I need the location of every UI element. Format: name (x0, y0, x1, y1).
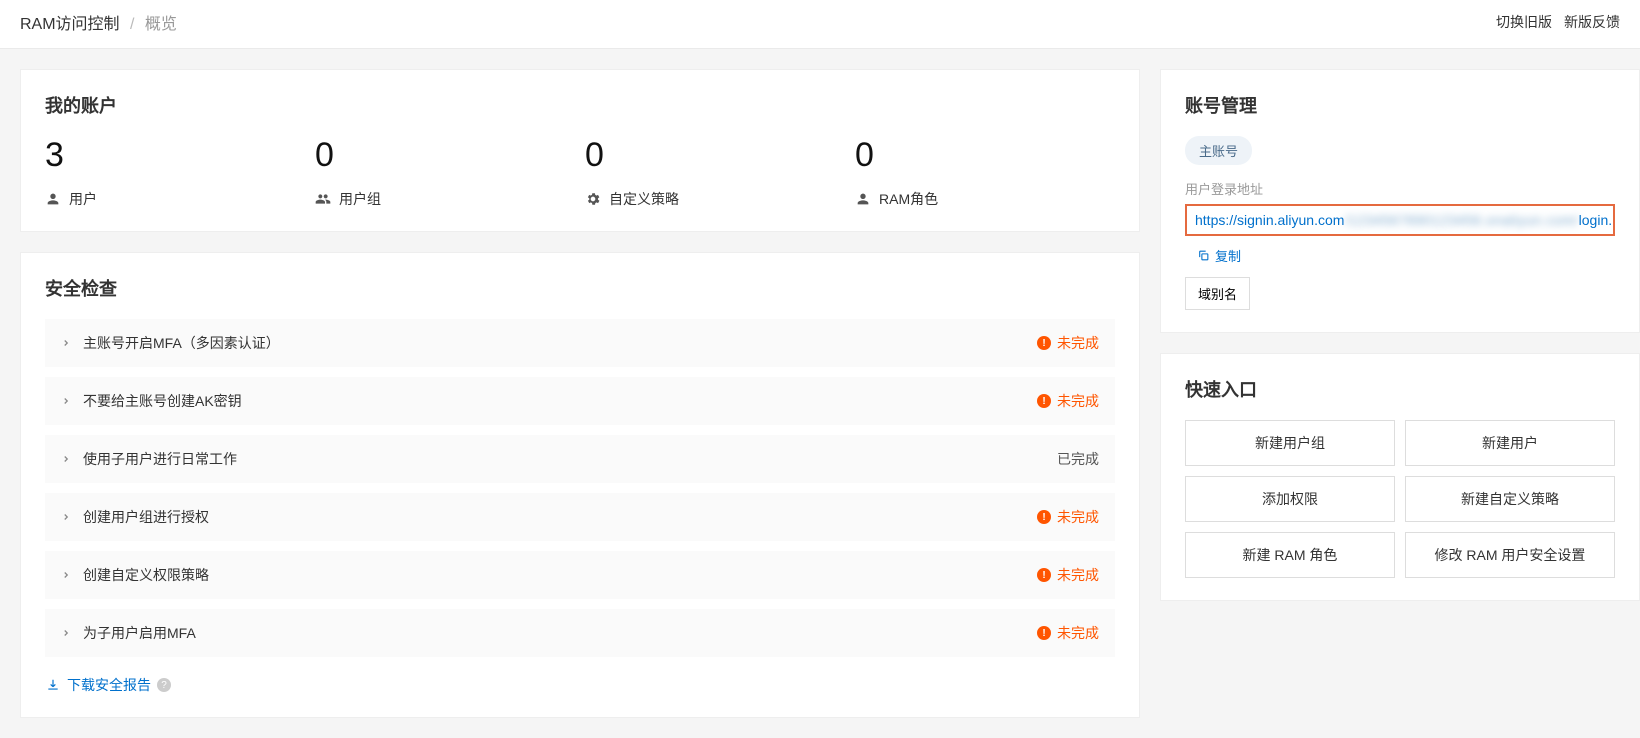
quick-entry-card: 快速入口 新建用户组新建用户添加权限新建自定义策略新建 RAM 角色修改 RAM… (1160, 353, 1640, 601)
chevron-right-icon (61, 454, 71, 464)
security-check-item-label: 创建自定义权限策略 (83, 565, 209, 585)
security-check-card: 安全检查 主账号开启MFA（多因素认证）!未完成不要给主账号创建AK密钥!未完成… (20, 252, 1140, 718)
user-icon (45, 191, 61, 207)
download-security-report-label: 下载安全报告 (67, 675, 151, 695)
chevron-right-icon (61, 338, 71, 348)
stat-groups[interactable]: 0 用户组 (315, 136, 575, 209)
role-icon (855, 191, 871, 207)
security-check-item-status: !未完成 (1037, 333, 1099, 353)
security-check-item-label: 主账号开启MFA（多因素认证） (83, 333, 280, 353)
quick-entry-button[interactable]: 新建 RAM 角色 (1185, 532, 1395, 578)
stat-users-value: 3 (45, 136, 305, 175)
account-management-card: 账号管理 主账号 用户登录地址 https://signin.aliyun.co… (1160, 69, 1640, 333)
security-check-item-status: !未完成 (1037, 391, 1099, 411)
security-check-item[interactable]: 为子用户启用MFA !未完成 (45, 609, 1115, 657)
security-check-title: 安全检查 (45, 275, 1115, 301)
switch-old-version-link[interactable]: 切换旧版 (1496, 12, 1552, 32)
quick-entry-title: 快速入口 (1185, 376, 1615, 402)
top-links: 切换旧版 新版反馈 (1496, 12, 1620, 32)
main-account-badge: 主账号 (1185, 136, 1252, 165)
quick-entry-button[interactable]: 添加权限 (1185, 476, 1395, 522)
security-check-item[interactable]: 创建自定义权限策略 !未完成 (45, 551, 1115, 599)
security-check-item-label: 创建用户组进行授权 (83, 507, 209, 527)
help-icon[interactable]: ? (157, 678, 171, 692)
stat-policies[interactable]: 0 自定义策略 (585, 136, 845, 209)
security-check-item-label: 使用子用户进行日常工作 (83, 449, 237, 469)
copy-icon (1195, 248, 1211, 264)
breadcrumb: RAM访问控制 / 概览 (20, 10, 177, 34)
chevron-right-icon (61, 512, 71, 522)
group-icon (315, 191, 331, 207)
stat-roles-label: RAM角色 (879, 189, 938, 209)
quick-entry-button[interactable]: 新建用户组 (1185, 420, 1395, 466)
domain-alias-button[interactable]: 域别名 (1185, 277, 1250, 310)
warning-icon: ! (1037, 626, 1051, 640)
security-check-item-label: 不要给主账号创建AK密钥 (83, 391, 242, 411)
login-url-box[interactable]: https://signin.aliyun.com/12345678901234… (1185, 204, 1615, 236)
security-check-item[interactable]: 创建用户组进行授权 !未完成 (45, 493, 1115, 541)
warning-icon: ! (1037, 394, 1051, 408)
quick-entry-button[interactable]: 新建自定义策略 (1405, 476, 1615, 522)
breadcrumb-root[interactable]: RAM访问控制 (20, 16, 120, 33)
quick-entry-button[interactable]: 新建用户 (1405, 420, 1615, 466)
warning-icon: ! (1037, 336, 1051, 350)
copy-label: 复制 (1215, 246, 1241, 265)
stat-roles[interactable]: 0 RAM角色 (855, 136, 1115, 209)
security-check-item-status: !未完成 (1037, 565, 1099, 585)
warning-icon: ! (1037, 510, 1051, 524)
stat-policies-value: 0 (585, 136, 845, 175)
my-account-title: 我的账户 (45, 92, 1115, 118)
stat-groups-label: 用户组 (339, 189, 381, 209)
download-icon (45, 677, 61, 693)
copy-link[interactable]: 复制 (1195, 246, 1241, 265)
stat-users-label: 用户 (69, 189, 97, 209)
stat-users[interactable]: 3 用户 (45, 136, 305, 209)
security-check-item-label: 为子用户启用MFA (83, 623, 196, 643)
security-check-item-status: !未完成 (1037, 623, 1099, 643)
stat-groups-value: 0 (315, 136, 575, 175)
login-url-prefix: https://signin.aliyun.com (1195, 212, 1344, 228)
top-bar: RAM访问控制 / 概览 切换旧版 新版反馈 (0, 0, 1640, 49)
stat-roles-value: 0 (855, 136, 1115, 175)
security-check-item-status: !未完成 (1037, 507, 1099, 527)
gear-icon (585, 191, 601, 207)
my-account-card: 我的账户 3 用户 0 (20, 69, 1140, 232)
security-check-item[interactable]: 使用子用户进行日常工作 已完成 (45, 435, 1115, 483)
breadcrumb-current: 概览 (145, 16, 177, 33)
login-url-suffix: login.htm (1579, 212, 1615, 228)
security-check-item[interactable]: 不要给主账号创建AK密钥 !未完成 (45, 377, 1115, 425)
download-security-report-link[interactable]: 下载安全报告 (45, 675, 151, 695)
account-management-title: 账号管理 (1185, 92, 1615, 118)
security-check-item-status: 已完成 (1057, 449, 1099, 469)
chevron-right-icon (61, 396, 71, 406)
security-check-item[interactable]: 主账号开启MFA（多因素认证） !未完成 (45, 319, 1115, 367)
login-url-hidden: /1234567890123456.onaliyun.com/ (1344, 212, 1578, 228)
warning-icon: ! (1037, 568, 1051, 582)
breadcrumb-separator: / (130, 16, 134, 33)
chevron-right-icon (61, 570, 71, 580)
login-url-label: 用户登录地址 (1185, 179, 1615, 198)
quick-entry-button[interactable]: 修改 RAM 用户安全设置 (1405, 532, 1615, 578)
chevron-right-icon (61, 628, 71, 638)
stat-policies-label: 自定义策略 (609, 189, 679, 209)
new-version-feedback-link[interactable]: 新版反馈 (1564, 12, 1620, 32)
